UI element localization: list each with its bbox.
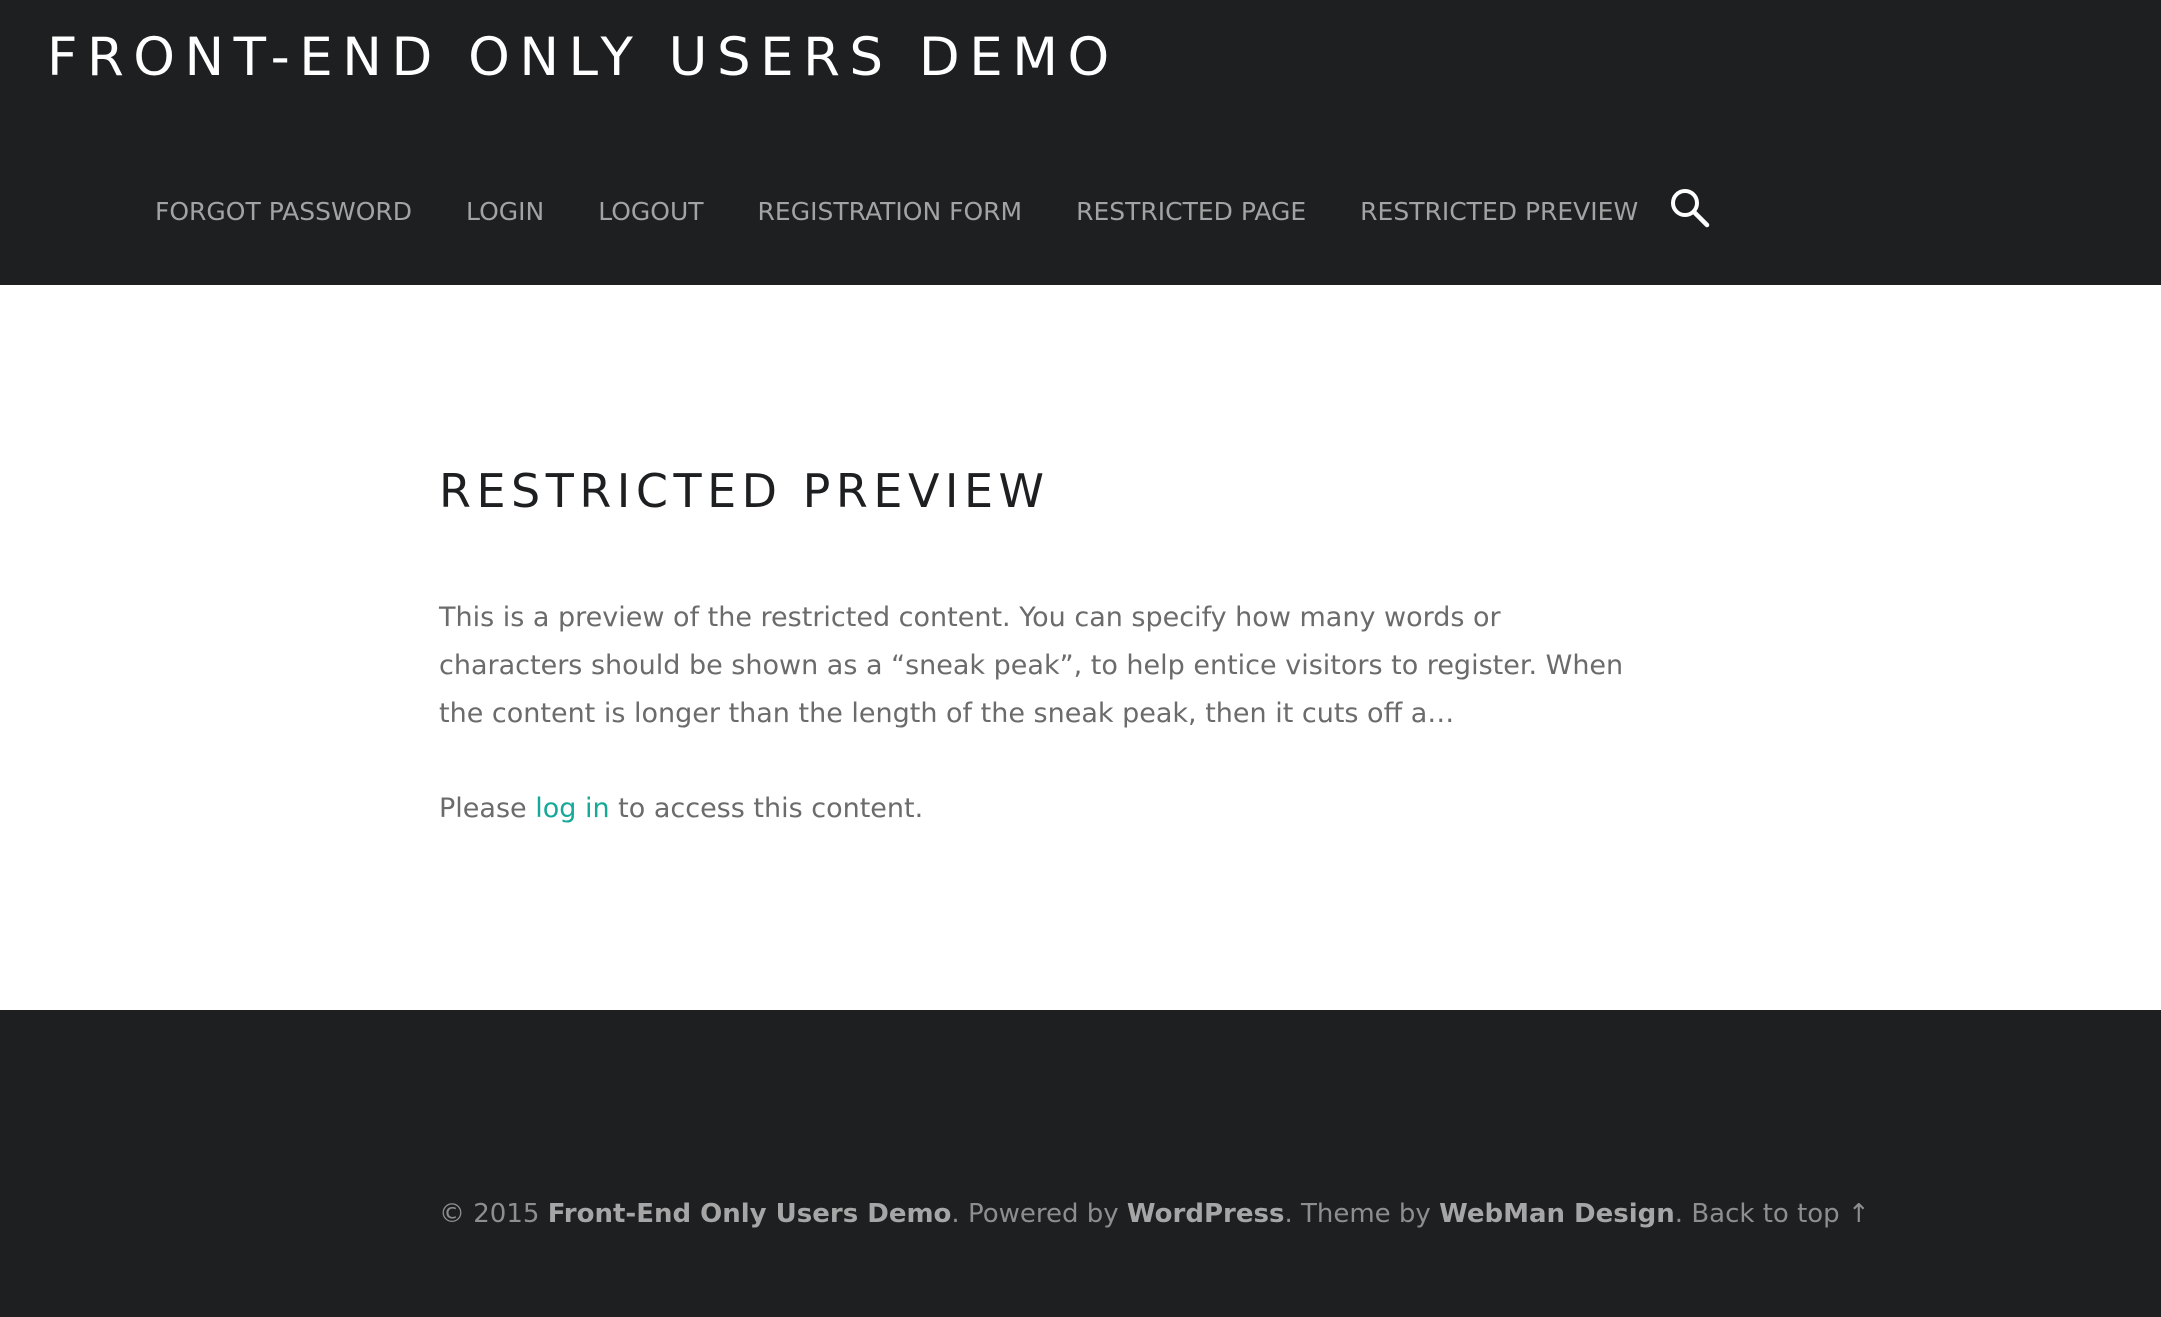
powered-by-text: . Powered by <box>951 1199 1127 1229</box>
theme-author-link[interactable]: WebMan Design <box>1439 1199 1675 1229</box>
login-link[interactable]: log in <box>535 793 609 824</box>
site-header: FRONT-END ONLY USERS DEMO FORGOT PASSWOR… <box>0 0 2161 285</box>
search-icon[interactable] <box>1667 185 1713 231</box>
primary-nav: FORGOT PASSWORD LOGIN LOGOUT REGISTRATIO… <box>155 183 1692 239</box>
site-footer: © 2015 Front-End Only Users Demo. Powere… <box>0 1010 2161 1317</box>
page-title: RESTRICTED PREVIEW <box>439 464 1050 518</box>
footer-credits: © 2015 Front-End Only Users Demo. Powere… <box>439 1190 1870 1238</box>
footer-separator: . <box>1674 1199 1692 1229</box>
main-content: RESTRICTED PREVIEW This is a preview of … <box>439 455 1639 833</box>
nav-item-login[interactable]: LOGIN <box>466 197 544 226</box>
login-prompt: Please log in to access this content. <box>439 785 1639 833</box>
theme-by-text: . Theme by <box>1284 1199 1440 1229</box>
footer-site-link[interactable]: Front-End Only Users Demo <box>548 1199 952 1229</box>
back-to-top-link[interactable]: Back to top ↑ <box>1691 1199 1869 1229</box>
restricted-excerpt: This is a preview of the restricted cont… <box>439 602 1624 729</box>
nav-item-registration-form[interactable]: REGISTRATION FORM <box>758 197 1023 226</box>
nav-item-restricted-preview[interactable]: RESTRICTED PREVIEW <box>1360 197 1638 226</box>
nav-item-logout[interactable]: LOGOUT <box>598 197 703 226</box>
login-prefix: Please <box>439 793 536 824</box>
wordpress-link[interactable]: WordPress <box>1127 1199 1285 1229</box>
site-title[interactable]: FRONT-END ONLY USERS DEMO <box>47 22 1119 94</box>
nav-item-restricted-page[interactable]: RESTRICTED PAGE <box>1076 197 1306 226</box>
login-suffix: to access this content. <box>609 793 924 824</box>
nav-item-forgot-password[interactable]: FORGOT PASSWORD <box>155 197 412 226</box>
copyright-text: © 2015 <box>439 1199 548 1229</box>
